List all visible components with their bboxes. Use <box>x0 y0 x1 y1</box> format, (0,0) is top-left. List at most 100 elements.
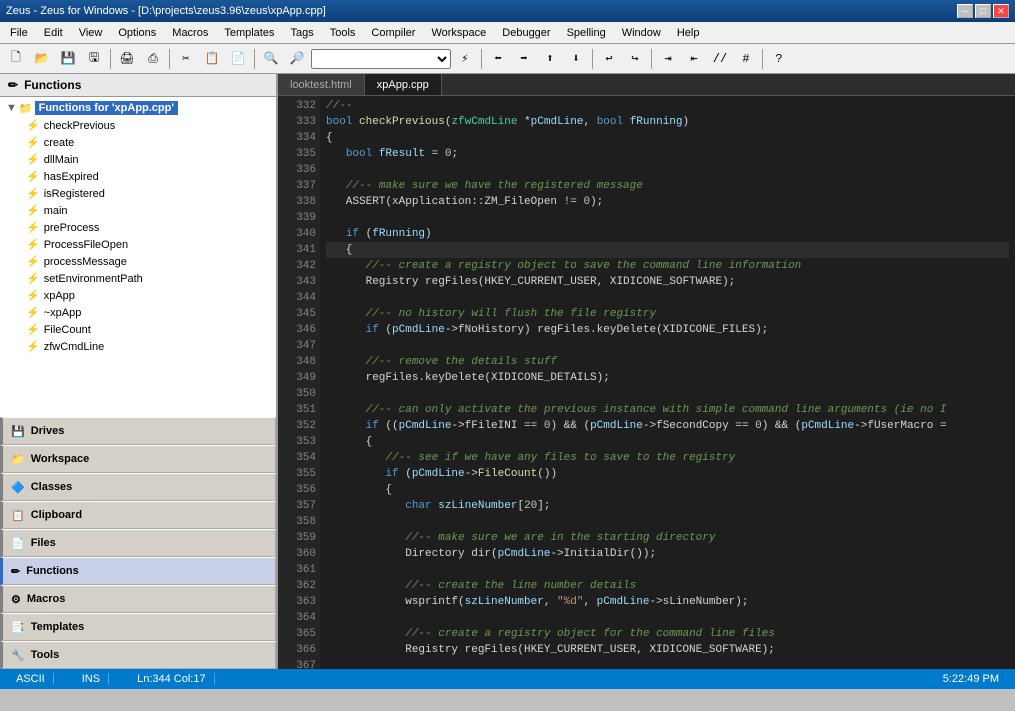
code-line <box>326 210 1009 226</box>
classes-label: Classes <box>31 481 73 493</box>
menu-help[interactable]: Help <box>669 25 708 41</box>
help-button[interactable]: ? <box>767 47 791 71</box>
menu-window[interactable]: Window <box>614 25 669 41</box>
status-position: Ln:344 Col:17 <box>129 673 215 685</box>
function-icon: ⚡ <box>26 170 40 183</box>
function-name: main <box>44 205 68 217</box>
tree-item[interactable]: ⚡xpApp <box>2 287 274 304</box>
clipboard-label: Clipboard <box>31 509 82 521</box>
line-numbers: 3323333343353363373383393403413423433443… <box>278 96 320 669</box>
sidebar-item-classes[interactable]: 🔷 Classes <box>0 473 276 501</box>
function-icon: ⚡ <box>26 340 40 353</box>
tree-item[interactable]: ⚡dllMain <box>2 151 274 168</box>
menu-compiler[interactable]: Compiler <box>363 25 423 41</box>
sidebar-item-clipboard[interactable]: 📋 Clipboard <box>0 501 276 529</box>
menu-options[interactable]: Options <box>110 25 164 41</box>
redo-button[interactable]: ↪ <box>623 47 647 71</box>
tab-looktest[interactable]: looktest.html <box>278 74 365 95</box>
tree-item[interactable]: ⚡~xpApp <box>2 304 274 321</box>
sidebar-item-macros[interactable]: ⚙ Macros <box>0 585 276 613</box>
tree-item[interactable]: ⚡ checkPrevious <box>2 117 274 134</box>
save-all-button[interactable]: 🖫 <box>82 47 106 71</box>
undo-button[interactable]: ↩ <box>597 47 621 71</box>
code-line: { <box>326 130 1009 146</box>
maximize-button[interactable]: □ <box>975 4 991 18</box>
code-line: if ((pCmdLine->fFileINI == 0) && (pCmdLi… <box>326 418 1009 434</box>
search2-button[interactable]: 🔎 <box>285 47 309 71</box>
tb-separator-2 <box>169 49 170 69</box>
new-button[interactable]: 🗋 <box>4 47 28 71</box>
tree-item[interactable]: ⚡hasExpired <box>2 168 274 185</box>
code-line: //-- remove the details stuff <box>326 354 1009 370</box>
code-line <box>326 562 1009 578</box>
pencil-icon: ✏ <box>8 78 18 92</box>
sidebar-item-workspace[interactable]: 📁 Workspace <box>0 445 276 473</box>
tree-item[interactable]: ⚡zfwCmdLine <box>2 338 274 355</box>
tree-item[interactable]: ⚡create <box>2 134 274 151</box>
menu-tags[interactable]: Tags <box>282 25 321 41</box>
cut-button[interactable]: ✂ <box>174 47 198 71</box>
status-time: 5:22:49 PM <box>935 673 1007 685</box>
function-icon: ⚡ <box>26 153 40 166</box>
tab-xpapp[interactable]: xpApp.cpp <box>365 74 442 95</box>
tree-item[interactable]: ⚡isRegistered <box>2 185 274 202</box>
status-bar: ASCII INS Ln:344 Col:17 5:22:49 PM <box>0 669 1015 689</box>
tree-item[interactable]: ⚡processMessage <box>2 253 274 270</box>
save-button[interactable]: 💾 <box>56 47 80 71</box>
classes-icon: 🔷 <box>11 481 25 494</box>
functions-title: Functions <box>24 78 81 92</box>
close-button[interactable]: ✕ <box>993 4 1009 18</box>
tree-item[interactable]: ⚡ProcessFileOpen <box>2 236 274 253</box>
sidebar-item-tools[interactable]: 🔧 Tools <box>0 641 276 669</box>
function-name: ~xpApp <box>44 307 82 319</box>
tb-separator-6 <box>651 49 652 69</box>
search-button[interactable]: 🔍 <box>259 47 283 71</box>
function-icon: ⚡ <box>26 289 40 302</box>
print-button[interactable]: 🖨 <box>115 47 139 71</box>
nav-down-button[interactable]: ⬇ <box>564 47 588 71</box>
function-icon: ⚡ <box>26 119 40 132</box>
function-icon: ⚡ <box>26 272 40 285</box>
print2-button[interactable]: ⎙ <box>141 47 165 71</box>
menu-templates[interactable]: Templates <box>216 25 282 41</box>
search3-button[interactable]: ⚡ <box>453 47 477 71</box>
code-line <box>326 514 1009 530</box>
tree-root-label[interactable]: Functions for 'xpApp.cpp' <box>35 101 178 115</box>
menu-workspace[interactable]: Workspace <box>423 25 494 41</box>
uncomment-button[interactable]: # <box>734 47 758 71</box>
nav-next-button[interactable]: ➡ <box>512 47 536 71</box>
tree-item[interactable]: ⚡main <box>2 202 274 219</box>
tree-item[interactable]: ⚡preProcess <box>2 219 274 236</box>
open-button[interactable]: 📂 <box>30 47 54 71</box>
minimize-button[interactable]: ─ <box>957 4 973 18</box>
search-combo[interactable] <box>311 49 451 69</box>
main-area: ✏ Functions ▼ 📁 Functions for 'xpApp.cpp… <box>0 74 1015 669</box>
tree-item[interactable]: ⚡FileCount <box>2 321 274 338</box>
copy-button[interactable]: 📋 <box>200 47 224 71</box>
code-line: Directory dir(pCmdLine->InitialDir()); <box>326 546 1009 562</box>
code-line <box>326 610 1009 626</box>
tree-item[interactable]: ⚡setEnvironmentPath <box>2 270 274 287</box>
menu-macros[interactable]: Macros <box>164 25 216 41</box>
code-content[interactable]: //-- bool checkPrevious(zfwCmdLine *pCmd… <box>320 96 1015 669</box>
menu-file[interactable]: File <box>2 25 36 41</box>
side-nav: 💾 Drives 📁 Workspace 🔷 Classes 📋 Clipboa… <box>0 417 276 669</box>
sidebar-item-files[interactable]: 📄 Files <box>0 529 276 557</box>
menu-edit[interactable]: Edit <box>36 25 71 41</box>
indent-button[interactable]: ⇥ <box>656 47 680 71</box>
outdent-button[interactable]: ⇤ <box>682 47 706 71</box>
paste-button[interactable]: 📄 <box>226 47 250 71</box>
function-name: checkPrevious <box>44 120 116 132</box>
menu-tools[interactable]: Tools <box>322 25 364 41</box>
sidebar-item-templates[interactable]: 📑 Templates <box>0 613 276 641</box>
comment-button[interactable]: // <box>708 47 732 71</box>
code-line: //-- create the line number details <box>326 578 1009 594</box>
code-line: //-- create a registry object for the co… <box>326 626 1009 642</box>
sidebar-item-drives[interactable]: 💾 Drives <box>0 417 276 445</box>
menu-view[interactable]: View <box>71 25 111 41</box>
sidebar-item-functions[interactable]: ✏ Functions <box>0 557 276 585</box>
menu-debugger[interactable]: Debugger <box>494 25 558 41</box>
nav-prev-button[interactable]: ⬅ <box>486 47 510 71</box>
menu-spelling[interactable]: Spelling <box>559 25 614 41</box>
nav-up-button[interactable]: ⬆ <box>538 47 562 71</box>
